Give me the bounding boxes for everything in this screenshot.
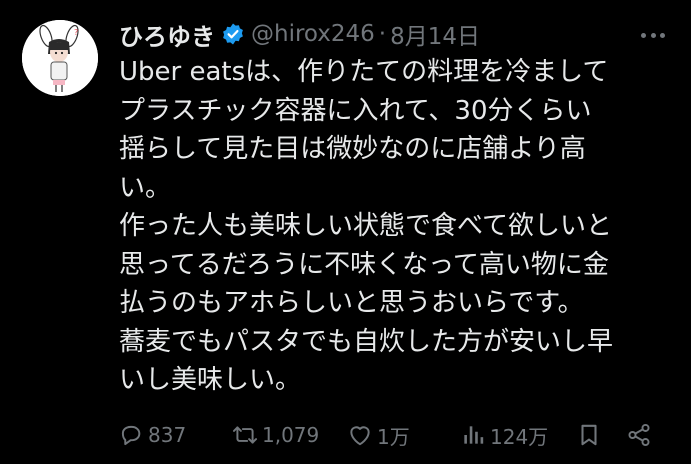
tweet-text-line: プラスチック容器に入れて、30分くらい xyxy=(119,95,592,126)
tweet-text: Uber eatsは、作りたての料理を冷まして プラスチック容器に入れて、30分… xyxy=(119,53,664,400)
tweet-text-line: 払うのもアホらしいと思うおいらです。 xyxy=(119,288,584,318)
bookmark-button[interactable] xyxy=(576,418,602,452)
bookmark-icon xyxy=(581,424,597,446)
views-count: 124万 xyxy=(490,424,549,449)
tweet-text-line: Uber eatsは、作りたての料理を冷まして xyxy=(119,57,609,87)
avatar[interactable]: ? xyxy=(22,20,98,96)
heart-icon xyxy=(350,426,370,446)
tweet-text-line: いし美味しい。 xyxy=(119,365,302,395)
tweet-header: ひろゆき @hirox246 · 8月14日 xyxy=(119,16,480,52)
views-button[interactable]: 124万 xyxy=(460,418,548,452)
like-count: 1万 xyxy=(377,424,410,449)
tweet-text-line: い。 xyxy=(119,172,172,203)
reply-icon xyxy=(121,425,141,446)
reply-count: 837 xyxy=(148,423,187,447)
author-name[interactable]: ひろゆき xyxy=(119,17,215,52)
tweet-text-line: 作った人も美味しい状態で食べて欲しいと xyxy=(119,211,612,241)
retweet-button[interactable]: 1,079 xyxy=(232,418,319,452)
reply-button[interactable]: 837 xyxy=(118,418,186,452)
tweet-text-line: 蕎麦でもパスタでも自炊した方が安いし早 xyxy=(119,326,614,357)
header-separator: · xyxy=(378,21,387,47)
like-button[interactable]: 1万 xyxy=(347,418,410,452)
avatar-illustration: ? xyxy=(22,20,98,96)
verified-badge-icon xyxy=(221,22,245,46)
tweet-date[interactable]: 8月14日 xyxy=(390,17,480,51)
share-icon xyxy=(628,423,650,447)
share-button[interactable] xyxy=(626,418,652,452)
svg-text:?: ? xyxy=(74,28,78,37)
views-icon xyxy=(464,426,484,444)
tweet-text-line: 思ってるだろうに不味くなって高い物に金 xyxy=(119,249,609,280)
retweet-icon xyxy=(232,426,258,444)
retweet-count: 1,079 xyxy=(262,423,320,447)
author-handle[interactable]: @hirox246 xyxy=(251,21,375,47)
tweet-text-line: 揺らして見た目は微妙なのに店舗より高 xyxy=(119,134,586,164)
tweet-actions: 837 1,079 1万 124万 xyxy=(118,418,662,452)
more-icon[interactable] xyxy=(641,24,665,46)
